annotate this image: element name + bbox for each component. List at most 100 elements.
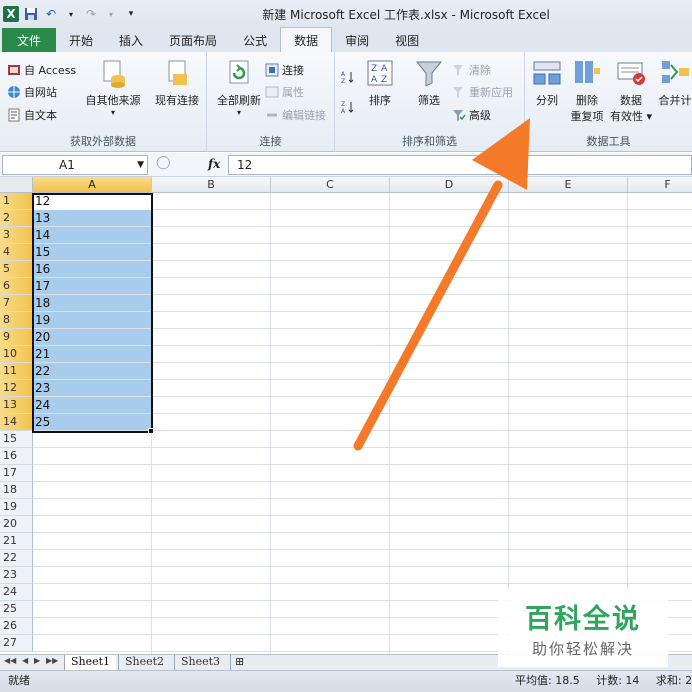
row-header-17[interactable]: 17 (0, 465, 33, 482)
selection-border (32, 193, 153, 433)
status-count: 计数: 14 (596, 674, 640, 687)
sort-ascending-button[interactable]: AZ (341, 70, 355, 84)
status-bar: 就绪 平均值: 18.5 计数: 14 求和: 25 (0, 670, 692, 692)
select-all-corner[interactable] (0, 177, 33, 193)
svg-text:A: A (341, 108, 346, 114)
properties-button[interactable]: 属性 (265, 84, 304, 100)
sheet-tab-1[interactable]: Sheet1 (64, 655, 117, 670)
fill-handle[interactable] (148, 428, 154, 434)
from-web-button[interactable]: 自网站 (7, 84, 57, 100)
insert-function-icon[interactable]: fx (208, 157, 220, 171)
row-header-1[interactable]: 1 (0, 193, 33, 210)
row-header-25[interactable]: 25 (0, 601, 33, 618)
first-sheet-icon[interactable]: ◀◀ (4, 656, 16, 665)
undo-icon[interactable]: ↶ (43, 6, 59, 22)
worksheet-grid[interactable]: A B C D E F 1 2 3 4 5 6 7 8 9 10 11 12 13 14 15 16 17 18 19 20 21 2… (0, 177, 692, 654)
row-header-19[interactable]: 19 (0, 499, 33, 516)
row-header-2[interactable]: 2 (0, 210, 33, 227)
tab-home[interactable]: 开始 (56, 28, 106, 52)
row-header-13[interactable]: 13 (0, 397, 33, 414)
from-other-sources-button[interactable]: 自其他来源 ▾ (82, 58, 144, 117)
expand-icon[interactable]: ◯ (156, 155, 171, 170)
prev-sheet-icon[interactable]: ◀ (22, 656, 28, 665)
from-access-button[interactable]: 自 Access (7, 62, 76, 78)
tab-view[interactable]: 视图 (382, 28, 432, 52)
row-header-26[interactable]: 26 (0, 618, 33, 635)
excel-icon[interactable]: X (3, 6, 19, 22)
next-sheet-icon[interactable]: ▶ (34, 656, 40, 665)
column-header-a[interactable]: A (33, 177, 152, 193)
filter-button[interactable]: 筛选 (409, 58, 449, 108)
row-header-11[interactable]: 11 (0, 363, 33, 380)
reapply-button[interactable]: 重新应用 (452, 84, 513, 100)
tab-formulas[interactable]: 公式 (230, 28, 280, 52)
row-header-5[interactable]: 5 (0, 261, 33, 278)
row-header-23[interactable]: 23 (0, 567, 33, 584)
consolidate-button[interactable]: 合并计 (655, 58, 692, 108)
row-header-24[interactable]: 24 (0, 584, 33, 601)
row-header-14[interactable]: 14 (0, 414, 33, 431)
row-header-4[interactable]: 4 (0, 244, 33, 261)
chevron-down-icon[interactable]: ▼ (137, 156, 144, 174)
row-header-18[interactable]: 18 (0, 482, 33, 499)
consolidate-label: 合并计 (658, 94, 692, 107)
sort-button[interactable]: ZAAZ 排序 (363, 58, 397, 108)
data-validation-label-1: 数据 (620, 94, 642, 107)
grid-line (33, 464, 692, 465)
from-text-button[interactable]: 自文本 (7, 107, 57, 123)
dropdown-icon[interactable]: ▾ (63, 6, 79, 22)
text-to-columns-button[interactable]: 分列 (529, 58, 565, 108)
column-header-c[interactable]: C (271, 177, 390, 193)
grid-line (33, 566, 692, 567)
row-header-16[interactable]: 16 (0, 448, 33, 465)
row-header-15[interactable]: 15 (0, 431, 33, 448)
column-header-d[interactable]: D (390, 177, 509, 193)
svg-text:A: A (381, 64, 388, 74)
column-header-f[interactable]: F (628, 177, 692, 193)
ribbon-tabs: 文件 开始 插入 页面布局 公式 数据 审阅 视图 (0, 27, 692, 52)
group-get-external-data: 自 Access 自网站 自文本 自其他来源 ▾ 现有连接 获取外部数据 (0, 52, 207, 152)
tab-file[interactable]: 文件 (2, 28, 57, 52)
row-header-3[interactable]: 3 (0, 227, 33, 244)
connections-button[interactable]: 连接 (265, 62, 304, 78)
insert-sheet-icon[interactable]: ⊞ (230, 655, 248, 670)
text-to-columns-icon (533, 61, 561, 85)
row-header-27[interactable]: 27 (0, 635, 33, 652)
row-header-7[interactable]: 7 (0, 295, 33, 312)
row-header-10[interactable]: 10 (0, 346, 33, 363)
save-icon[interactable] (23, 6, 39, 22)
row-header-21[interactable]: 21 (0, 533, 33, 550)
row-header-22[interactable]: 22 (0, 550, 33, 567)
last-sheet-icon[interactable]: ▶▶ (46, 656, 58, 665)
status-sum: 求和: 25 (655, 674, 692, 687)
formula-input[interactable]: 12 (228, 155, 692, 175)
grid-line (270, 193, 271, 654)
tab-review[interactable]: 审阅 (332, 28, 382, 52)
other-sources-icon (103, 60, 125, 88)
name-box[interactable]: A1 ▼ (2, 155, 148, 175)
data-validation-button[interactable]: 数据 有效性 ▾ (609, 58, 653, 124)
redo-icon[interactable]: ↷ (83, 6, 99, 22)
sheet-tab-2[interactable]: Sheet2 (118, 655, 170, 670)
column-header-e[interactable]: E (509, 177, 628, 193)
sort-descending-button[interactable]: ZA (341, 100, 355, 114)
clear-filter-button[interactable]: 清除 (452, 62, 491, 78)
row-header-8[interactable]: 8 (0, 312, 33, 329)
row-header-9[interactable]: 9 (0, 329, 33, 346)
advanced-filter-button[interactable]: 高级 (452, 107, 491, 123)
row-header-20[interactable]: 20 (0, 516, 33, 533)
tab-page-layout[interactable]: 页面布局 (156, 28, 230, 52)
row-header-6[interactable]: 6 (0, 278, 33, 295)
sheet-tab-3[interactable]: Sheet3 (174, 655, 226, 670)
tab-data[interactable]: 数据 (280, 27, 333, 52)
edit-links-button[interactable]: 编辑链接 (265, 107, 326, 123)
data-validation-icon (617, 62, 645, 85)
row-header-12[interactable]: 12 (0, 380, 33, 397)
dropdown-icon[interactable]: ▾ (103, 6, 119, 22)
remove-duplicates-button[interactable]: 删除 重复项 (567, 58, 607, 124)
tab-insert[interactable]: 插入 (106, 28, 156, 52)
column-header-b[interactable]: B (152, 177, 271, 193)
refresh-all-button[interactable]: 全部刷新 ▾ (211, 58, 267, 117)
existing-connections-button[interactable]: 现有连接 (150, 58, 204, 108)
customize-qat-icon[interactable]: ▾ (123, 6, 139, 22)
